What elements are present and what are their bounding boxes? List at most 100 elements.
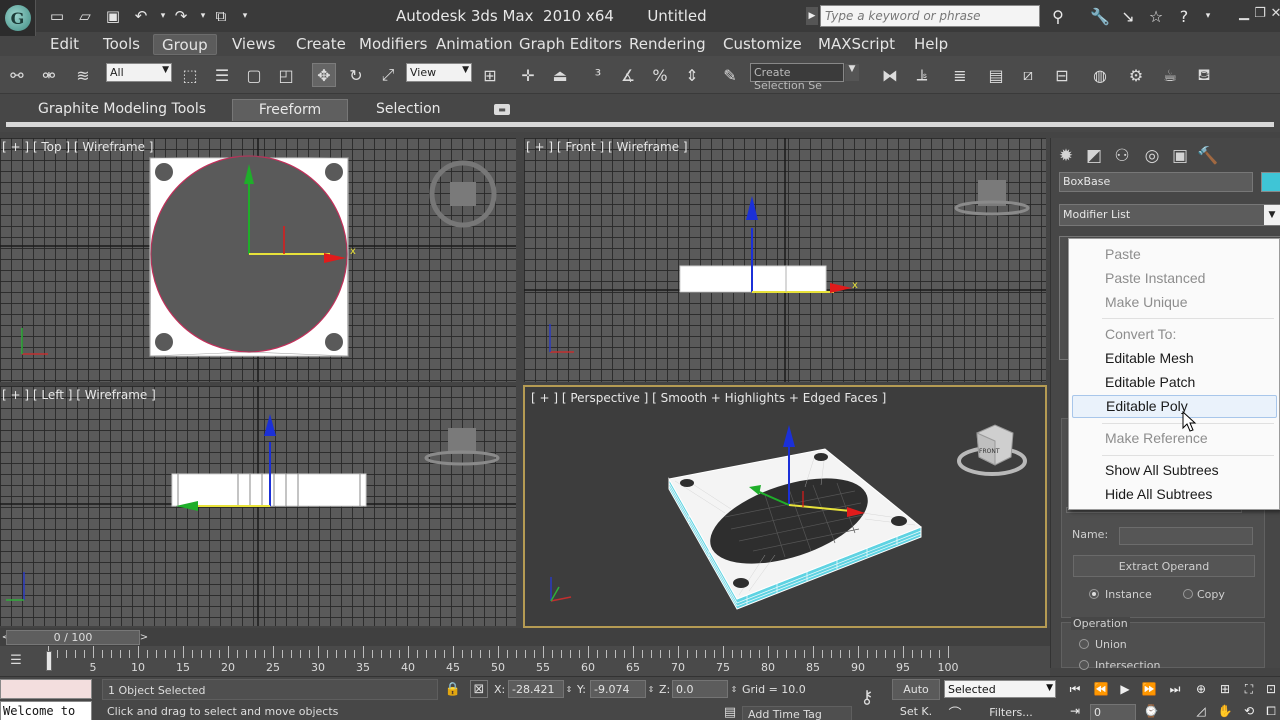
x-spinner-icon[interactable]: ⇕ xyxy=(565,682,573,696)
time-configuration-icon[interactable]: ⌚ xyxy=(1140,701,1162,720)
current-frame-field[interactable]: 0 xyxy=(1090,704,1136,720)
x-coordinate-field[interactable]: -28.421 xyxy=(508,680,564,698)
restore-icon[interactable]: ❐ xyxy=(1252,4,1268,22)
undo-icon[interactable]: ↶ xyxy=(130,5,152,27)
default-in-out-tangent-icon[interactable]: ⌒ xyxy=(946,704,964,720)
z-spinner-icon[interactable]: ⇕ xyxy=(730,682,738,696)
operand-name-field[interactable] xyxy=(1119,527,1253,545)
keyboard-shortcut-override-icon[interactable]: ⏏ xyxy=(548,63,572,87)
menu-item-paste-instanced[interactable]: Paste Instanced xyxy=(1072,268,1277,289)
maxscript-listener-input[interactable] xyxy=(0,679,92,699)
menu-help[interactable]: Help xyxy=(906,34,956,55)
go-to-end-icon[interactable]: ⏭ xyxy=(1164,679,1186,699)
key-mode-toggle-icon[interactable]: ⇥ xyxy=(1064,701,1086,720)
communication-center-icon[interactable]: ↘ xyxy=(1116,4,1140,28)
intersection-radio[interactable] xyxy=(1079,660,1089,670)
bind-to-space-warp-icon[interactable]: ≋ xyxy=(71,63,95,87)
menu-modifiers[interactable]: Modifiers xyxy=(351,34,435,55)
rectangular-selection-icon[interactable]: ▢ xyxy=(242,63,266,87)
key-filters-button[interactable]: Filters... xyxy=(966,704,1056,720)
rendered-frame-window-icon[interactable]: ☕ xyxy=(1158,63,1182,87)
object-color-swatch[interactable] xyxy=(1261,172,1280,192)
menu-rendering[interactable]: Rendering xyxy=(621,34,714,55)
viewport-label-perspective[interactable]: [ + ] [ Perspective ] [ Smooth + Highlig… xyxy=(531,391,886,405)
menu-create[interactable]: Create xyxy=(288,34,354,55)
previous-key-icon[interactable]: ⏪ xyxy=(1090,679,1112,699)
search-expand-icon[interactable]: ▶ xyxy=(806,7,818,25)
spinner-snap-icon[interactable]: ⇕ xyxy=(680,63,704,87)
menu-item-editable-patch[interactable]: Editable Patch xyxy=(1072,372,1277,393)
utilities-panel-icon[interactable]: 🔨 xyxy=(1195,144,1221,168)
menu-maxscript[interactable]: MAXScript xyxy=(810,34,903,55)
mirror-icon[interactable]: ⧓ xyxy=(878,63,902,87)
extract-operand-button[interactable]: Extract Operand xyxy=(1073,555,1255,577)
next-key-icon[interactable]: ⏩ xyxy=(1138,679,1160,699)
named-selection-sets-dropdown[interactable]: Create Selection Se ▼ xyxy=(750,63,859,92)
tab-graphite-modeling-tools[interactable]: Graphite Modeling Tools xyxy=(28,99,216,121)
redo-icon[interactable]: ↷ xyxy=(170,5,192,27)
menu-item-paste[interactable]: Paste xyxy=(1072,244,1277,265)
viewport-label-front[interactable]: [ + ] [ Front ] [ Wireframe ] xyxy=(526,140,688,154)
menu-edit[interactable]: Edit xyxy=(42,34,87,55)
viewport-perspective[interactable]: [ + ] [ Perspective ] [ Smooth + Highlig… xyxy=(523,385,1047,628)
tab-freeform[interactable]: Freeform xyxy=(232,99,348,121)
menu-views[interactable]: Views xyxy=(224,34,283,55)
minimize-icon[interactable]: ▁ xyxy=(1236,4,1252,22)
project-folder-icon[interactable]: ⧉ xyxy=(210,5,232,27)
hierarchy-panel-icon[interactable]: ⚇ xyxy=(1109,144,1135,168)
schematic-view-icon[interactable]: ⊟ xyxy=(1050,63,1074,87)
window-crossing-icon[interactable]: ◰ xyxy=(274,63,298,87)
select-and-manipulate-icon[interactable]: ✛ xyxy=(516,63,540,87)
menu-tools[interactable]: Tools xyxy=(95,34,148,55)
y-coordinate-field[interactable]: -9.074 xyxy=(590,680,646,698)
select-and-move-icon[interactable]: ✥ xyxy=(312,63,336,87)
select-and-rotate-icon[interactable]: ↻ xyxy=(344,63,368,87)
z-coordinate-field[interactable]: 0.0 xyxy=(672,680,728,698)
go-to-start-icon[interactable]: ⏮ xyxy=(1064,679,1086,699)
subscription-center-icon[interactable]: 🔧 xyxy=(1088,4,1112,28)
auto-key-button[interactable]: Auto xyxy=(892,679,940,700)
absolute-mode-icon[interactable]: ⊠ xyxy=(470,680,488,698)
selection-filter-dropdown[interactable]: All ▼ xyxy=(106,63,172,82)
zoom-icon[interactable]: ⊕ xyxy=(1190,679,1212,699)
menu-item-editable-mesh[interactable]: Editable Mesh xyxy=(1072,348,1277,369)
render-setup-icon[interactable]: ⚙ xyxy=(1124,63,1148,87)
time-slider-thumb[interactable]: 0 / 100 xyxy=(6,630,140,645)
select-by-name-icon[interactable]: ☰ xyxy=(210,63,234,87)
select-and-link-icon[interactable]: ⚯ xyxy=(5,63,29,87)
set-key-icon[interactable]: ⚷ xyxy=(852,687,882,708)
angle-snap-icon[interactable]: ∡ xyxy=(616,63,640,87)
application-button[interactable]: G xyxy=(0,0,36,36)
orbit-icon[interactable]: ⟲ xyxy=(1238,701,1260,720)
viewport-label-left[interactable]: [ + ] [ Left ] [ Wireframe ] xyxy=(2,388,156,402)
field-of-view-icon[interactable]: ◿ xyxy=(1190,701,1212,720)
percent-snap-icon[interactable]: % xyxy=(648,63,672,87)
menu-group[interactable]: Group xyxy=(153,34,217,55)
quick-render-icon[interactable]: ⛾ xyxy=(1192,63,1216,87)
maximize-viewport-icon[interactable]: ⧠ xyxy=(1260,701,1280,720)
pivot-center-icon[interactable]: ⊞ xyxy=(478,63,502,87)
display-panel-icon[interactable]: ▣ xyxy=(1167,144,1193,168)
viewport-front[interactable]: [ + ] [ Front ] [ Wireframe ] x xyxy=(524,138,1046,382)
viewport-label-top[interactable]: [ + ] [ Top ] [ Wireframe ] xyxy=(2,140,153,154)
menu-graph-editors[interactable]: Graph Editors xyxy=(511,34,630,55)
track-bar[interactable]: ☰ 5 10 15 20 25 30 35 40 45 50 55 60 65 70 75 80 85 90 95 1… xyxy=(0,646,1050,676)
tab-selection[interactable]: Selection xyxy=(366,99,451,121)
modifier-list-dropdown[interactable]: Modifier List ▼ xyxy=(1059,204,1280,226)
new-file-icon[interactable]: ▭ xyxy=(46,5,68,27)
maxscript-output-field[interactable]: Welcome to xyxy=(0,701,92,720)
zoom-all-icon[interactable]: ⊞ xyxy=(1214,679,1236,699)
object-name-field[interactable]: BoxBase xyxy=(1059,172,1253,192)
edit-named-selection-icon[interactable]: ✎ xyxy=(718,63,742,87)
copy-radio[interactable] xyxy=(1183,589,1193,599)
binoculars-icon[interactable]: ⚲ xyxy=(1046,4,1070,28)
play-icon[interactable]: ▶ xyxy=(1114,679,1136,699)
reference-coordinate-dropdown[interactable]: View ▼ xyxy=(406,63,472,82)
modify-panel-icon[interactable]: ◩ xyxy=(1081,144,1107,168)
snaps-toggle-icon[interactable]: ³ xyxy=(586,63,610,87)
unlink-selection-icon[interactable]: ⚮ xyxy=(37,63,61,87)
layer-manager-icon[interactable]: ≣ xyxy=(948,63,972,87)
menu-item-hide-all-subtrees[interactable]: Hide All Subtrees xyxy=(1072,484,1277,505)
menu-item-make-unique[interactable]: Make Unique xyxy=(1072,292,1277,313)
material-editor-icon[interactable]: ◍ xyxy=(1088,63,1112,87)
